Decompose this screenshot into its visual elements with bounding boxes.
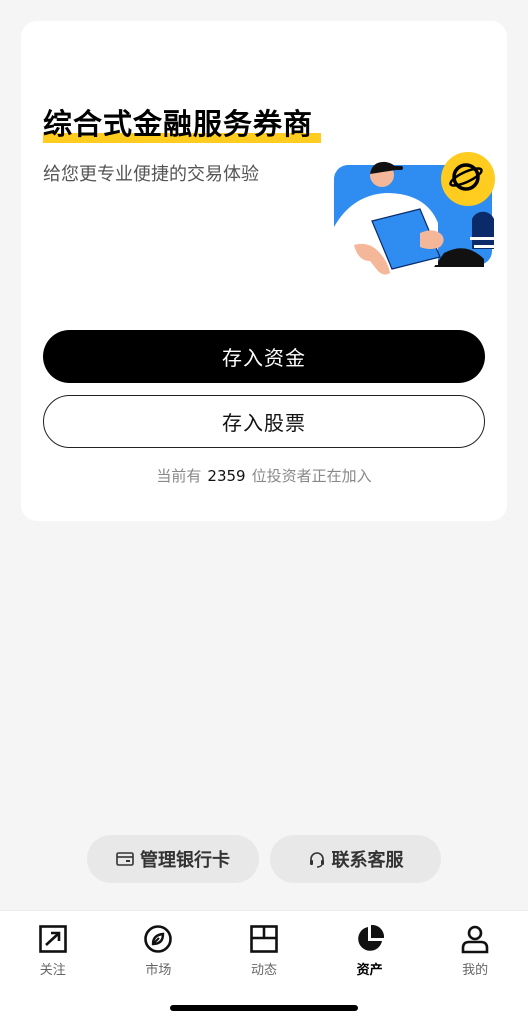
hero-title: 综合式金融服务券商 bbox=[43, 107, 314, 141]
pie-chart-icon bbox=[355, 923, 385, 955]
hero-subtitle: 给您更专业便捷的交易体验 bbox=[43, 164, 259, 185]
person-icon bbox=[460, 923, 490, 955]
trend-chart-icon bbox=[38, 923, 68, 955]
joiners-count: 2359 bbox=[207, 467, 246, 485]
onboarding-card: 综合式金融服务券商 给您更专业便捷的交易体验 存入资金 存入股票 当前有 2359… bbox=[21, 21, 507, 521]
contact-service-button[interactable]: 联系客服 bbox=[270, 835, 441, 883]
tab-feed[interactable]: 动态 bbox=[211, 911, 317, 991]
home-indicator[interactable] bbox=[170, 1005, 358, 1011]
contact-service-label: 联系客服 bbox=[331, 850, 404, 871]
tab-label: 市场 bbox=[145, 963, 172, 978]
tab-label: 关注 bbox=[39, 963, 66, 978]
deposit-stocks-button[interactable]: 存入股票 bbox=[43, 395, 485, 448]
joiners-suffix: 位投资者正在加入 bbox=[251, 467, 372, 485]
tab-assets[interactable]: 资产 bbox=[317, 911, 423, 991]
tab-market[interactable]: 市场 bbox=[106, 911, 212, 991]
joiners-prefix: 当前有 bbox=[156, 467, 202, 485]
joiners-text: 当前有 2359 位投资者正在加入 bbox=[21, 465, 507, 486]
bank-card-icon bbox=[116, 851, 134, 867]
layout-grid-icon bbox=[249, 923, 279, 955]
reader-illustration bbox=[334, 152, 495, 275]
tab-label: 资产 bbox=[356, 963, 383, 978]
manage-bank-card-label: 管理银行卡 bbox=[140, 850, 230, 871]
headset-icon bbox=[308, 850, 326, 868]
deposit-funds-button[interactable]: 存入资金 bbox=[43, 330, 485, 383]
compass-leaf-icon bbox=[143, 923, 173, 955]
tab-label: 我的 bbox=[462, 963, 489, 978]
tab-label: 动态 bbox=[250, 963, 277, 978]
manage-bank-card-button[interactable]: 管理银行卡 bbox=[87, 835, 259, 883]
tab-profile[interactable]: 我的 bbox=[422, 911, 528, 991]
tab-watchlist[interactable]: 关注 bbox=[0, 911, 106, 991]
